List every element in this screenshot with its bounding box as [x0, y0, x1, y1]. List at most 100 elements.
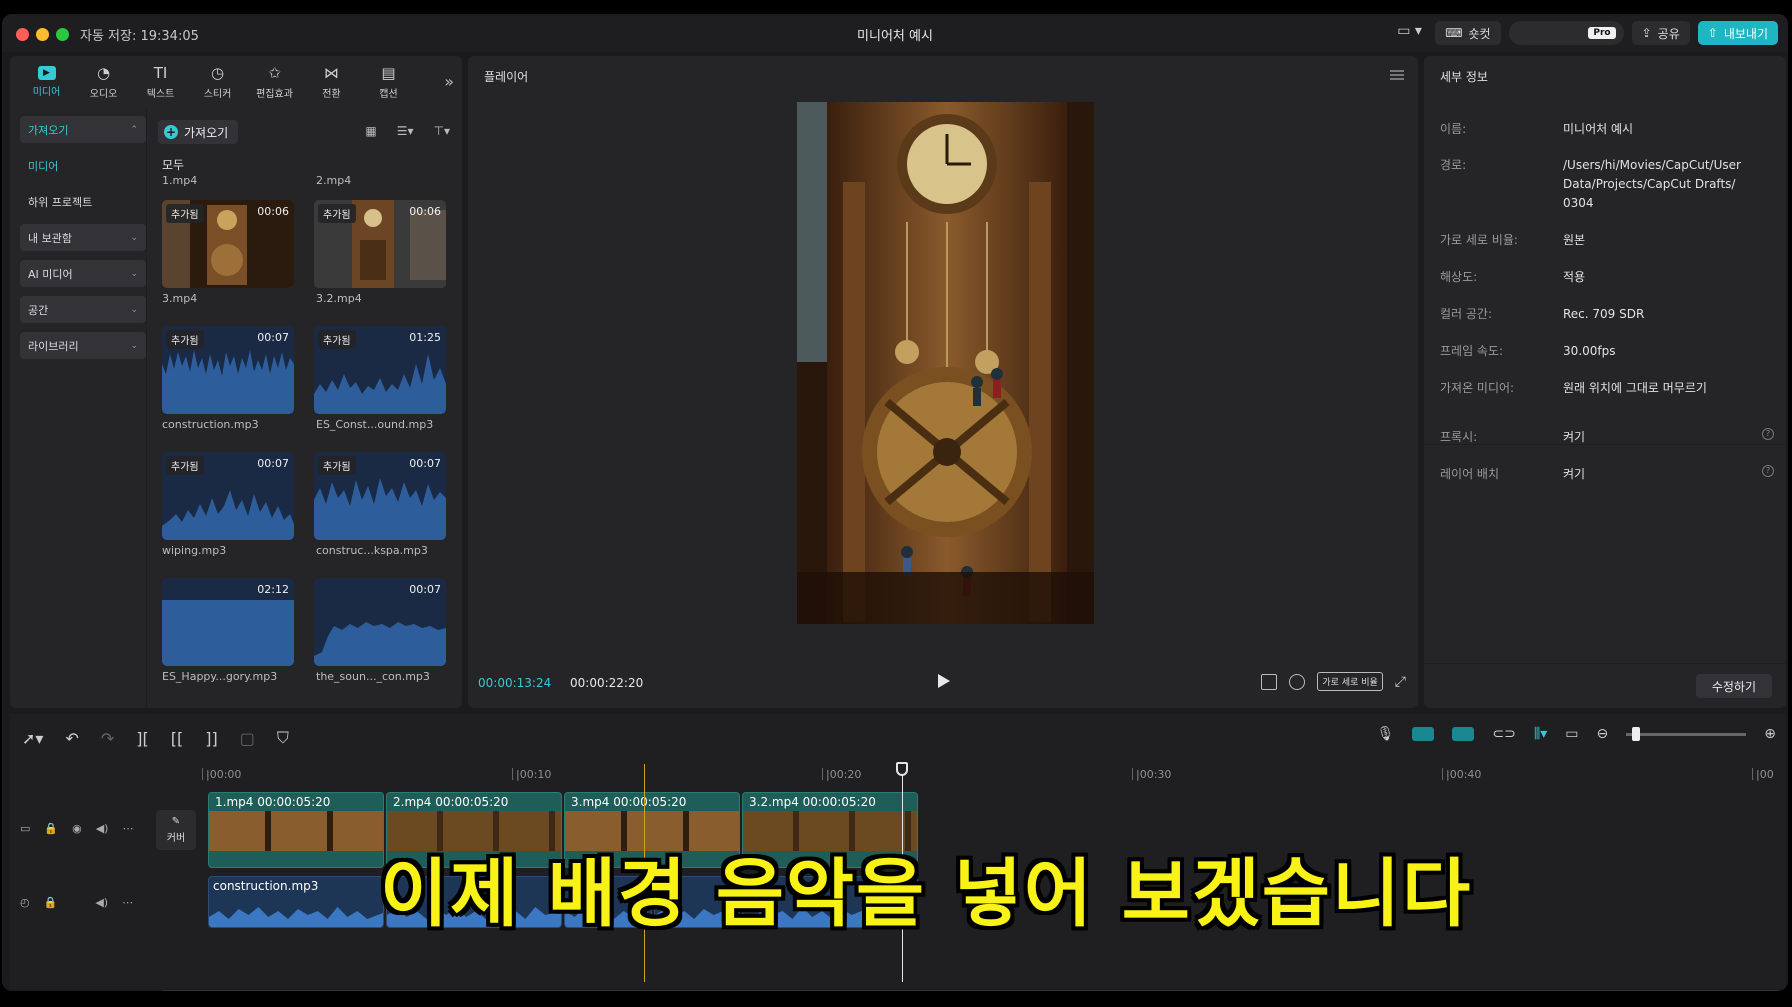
sort-icon[interactable]: ☰▾ [397, 124, 414, 138]
split-icon[interactable]: ][ [136, 729, 148, 748]
sidebar-item-import[interactable]: 가져오기 ⌃ [20, 116, 146, 143]
shield-icon[interactable]: ⛉ [277, 728, 289, 748]
video-preview[interactable] [797, 102, 1094, 624]
sticker-icon: ◷ [210, 64, 225, 82]
redo-icon[interactable]: ↷ [101, 729, 114, 748]
file-name: construction.mp3 [162, 418, 259, 431]
clip-thumbnails [209, 811, 383, 851]
waveform-icon [314, 622, 446, 666]
media-thumbnail[interactable]: 추가됨 00:06 [162, 200, 294, 288]
timeline-scrollbar[interactable] [160, 990, 1780, 991]
sidebar-item-library[interactable]: 라이브러리 ⌄ [20, 332, 146, 359]
transition-icon: ⋈ [324, 64, 339, 82]
share-icon: ⇪ [1641, 26, 1652, 40]
preview-axis-icon[interactable]: ⫼▾ [1534, 726, 1547, 742]
effects-icon: ✩ [268, 64, 281, 82]
minimize-window-button[interactable] [36, 28, 49, 41]
link-icon[interactable]: ⊂⊃ [1492, 726, 1515, 742]
undo-icon[interactable]: ↶ [65, 729, 78, 748]
zoom-fit-icon[interactable] [1289, 673, 1306, 690]
file-name: construc...kspa.mp3 [316, 544, 428, 557]
select-tool-icon[interactable]: ➚▾ [22, 729, 43, 748]
media-thumbnail[interactable]: 추가됨 00:07 [162, 452, 294, 540]
media-thumbnail[interactable]: 00:07 [314, 578, 446, 666]
media-thumbnail[interactable]: 추가됨 00:07 [314, 452, 446, 540]
close-window-button[interactable] [16, 28, 29, 41]
pro-badge: Pro [1588, 27, 1616, 39]
lock-icon[interactable]: 🔒 [44, 896, 58, 909]
tab-sticker[interactable]: ◷ 스티커 [189, 62, 246, 102]
audio-track-icon: ◴ [20, 896, 30, 909]
speaker-icon[interactable]: ◀) [96, 822, 109, 835]
menu-icon[interactable] [1390, 70, 1404, 80]
tab-transition[interactable]: ⋈ 전환 [303, 62, 360, 102]
sidebar-item-space[interactable]: 공간 ⌄ [20, 296, 146, 323]
tab-effects[interactable]: ✩ 편집효과 [246, 62, 303, 102]
edit-button[interactable]: 수정하기 [1695, 674, 1772, 698]
media-thumbnail[interactable]: 추가됨 00:07 [162, 326, 294, 414]
tab-text[interactable]: TI 텍스트 [132, 62, 189, 102]
split-right-icon[interactable]: ]] [205, 729, 217, 748]
video-track-controls: ▭ 🔒 ◉ ◀) ⋯ [20, 822, 133, 835]
ruler-tick: |00:30 [1131, 768, 1172, 781]
more-icon[interactable]: ⋯ [122, 822, 133, 835]
chevron-down-icon: ⌄ [130, 304, 138, 315]
pencil-icon: ✎ [171, 816, 181, 827]
eye-icon[interactable]: ◉ [72, 822, 82, 835]
layout-icon[interactable]: ▭ ▾ [1397, 23, 1427, 43]
delete-icon[interactable]: ▢ [240, 729, 255, 748]
help-icon[interactable]: ? [1762, 465, 1774, 477]
speaker-icon[interactable]: ◀) [95, 896, 108, 909]
split-left-icon[interactable]: [[ [171, 729, 183, 748]
sidebar-item-subprojects[interactable]: 하위 프로젝트 [20, 188, 146, 215]
autosave-status: 자동 저장: 19:34:05 [80, 29, 199, 44]
tab-caption[interactable]: ▤ 캡션 [360, 62, 417, 102]
zoom-out-icon[interactable]: ⊖ [1597, 726, 1609, 742]
video-clip[interactable]: 1.mp4 00:00:05:20 [208, 792, 384, 868]
video-subtitle-overlay: 이제 배경 음악을 넣어 보겠습니다 [380, 851, 1473, 937]
lock-icon[interactable]: 🔒 [44, 822, 58, 835]
share-button[interactable]: ⇪ 공유 [1631, 21, 1690, 45]
tab-media[interactable]: ▶ 미디어 [18, 62, 75, 102]
details-title: 세부 정보 [1440, 70, 1488, 84]
sidebar-item-media[interactable]: 미디어 [20, 152, 146, 179]
waveform-icon [162, 490, 294, 540]
waveform-icon [314, 354, 446, 414]
track-type-icon: ▭ [20, 822, 31, 835]
import-button[interactable]: + 가져오기 [158, 120, 239, 144]
main-track-magnet-toggle[interactable] [1412, 727, 1435, 741]
safe-area-icon[interactable] [1261, 673, 1278, 690]
zoom-slider[interactable] [1626, 726, 1747, 741]
media-thumbnail[interactable]: 02:12 [162, 578, 294, 666]
cover-button[interactable]: ✎ 커버 [156, 810, 196, 850]
maximize-window-button[interactable] [56, 28, 69, 41]
zoom-slider-knob[interactable] [1632, 726, 1641, 741]
time-ruler[interactable]: |00:00 |00:10 |00:20 |00:30 |00:40 |00 [201, 764, 1786, 784]
tab-audio[interactable]: ◔ 오디오 [75, 62, 132, 102]
file-name: the_soun..._con.mp3 [316, 670, 430, 683]
help-icon[interactable]: ? [1762, 428, 1774, 440]
more-icon[interactable]: ⋯ [122, 896, 133, 909]
filter-icon[interactable]: ⊤▾ [434, 124, 450, 138]
file-name: wiping.mp3 [162, 544, 227, 557]
zoom-in-icon[interactable]: ⊕ [1764, 726, 1776, 742]
microphone-icon[interactable]: 🎙 [1377, 726, 1395, 742]
playhead-handle[interactable] [896, 762, 908, 776]
sidebar-item-ai-media[interactable]: AI 미디어 ⌄ [20, 260, 146, 287]
grid-view-icon[interactable]: ▦ [365, 124, 376, 138]
screen-icon[interactable]: ▭ [1565, 726, 1578, 742]
pro-toggle[interactable]: Pro [1508, 21, 1624, 45]
aspect-ratio-button[interactable]: 가로 세로 비율 [1317, 672, 1383, 691]
shortcut-button[interactable]: ⌨ 숏컷 [1435, 21, 1501, 45]
more-tabs-icon[interactable]: » [444, 72, 454, 91]
player-title: 플레이어 [484, 70, 529, 84]
export-button[interactable]: ⇧ 내보내기 [1697, 21, 1778, 45]
file-name: 2.mp4 [316, 174, 352, 187]
media-thumbnail[interactable]: 추가됨 00:06 [314, 200, 446, 288]
media-thumbnail[interactable]: 추가됨 01:25 [314, 326, 446, 414]
audio-clip[interactable]: construction.mp3 [208, 876, 384, 928]
auto-snap-toggle[interactable] [1452, 727, 1475, 741]
play-button[interactable] [938, 674, 950, 688]
sidebar-item-my-library[interactable]: 내 보관함 ⌄ [20, 224, 146, 251]
fullscreen-icon[interactable]: ⤢ [1395, 674, 1406, 690]
